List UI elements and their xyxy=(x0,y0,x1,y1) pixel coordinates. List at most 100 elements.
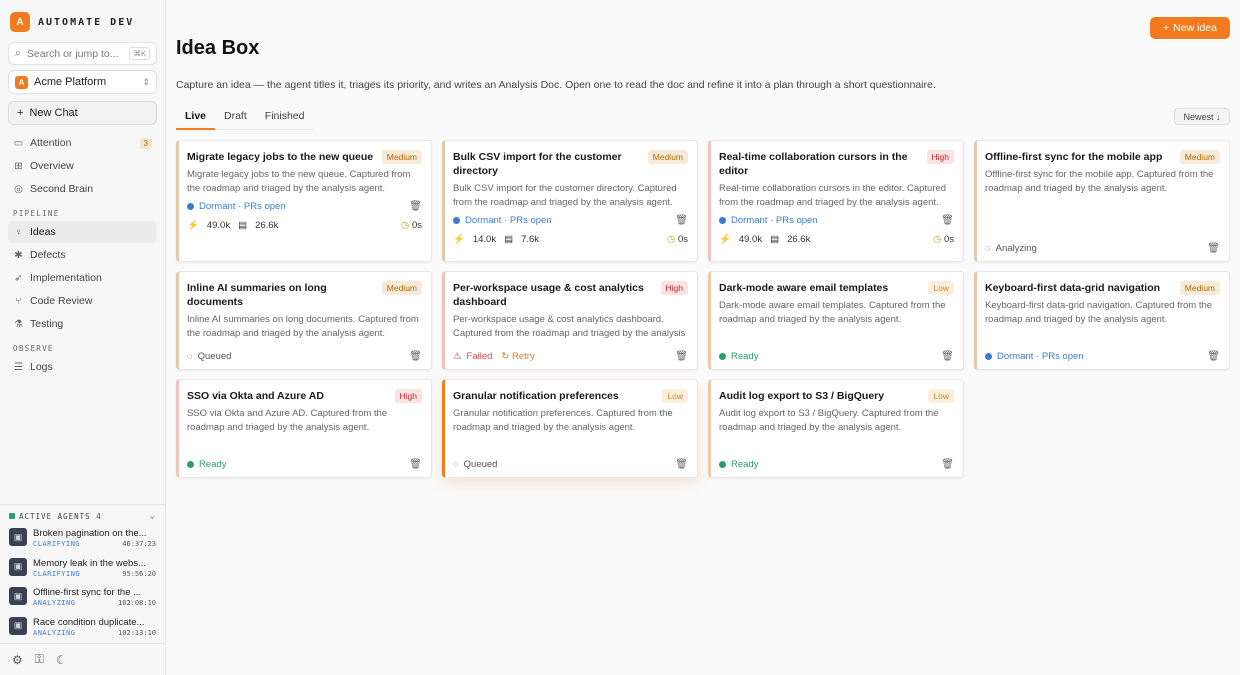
agent-avatar-icon: ▣ xyxy=(9,587,27,605)
idea-description: Audit log export to S3 / BigQuery. Captu… xyxy=(719,408,939,433)
retry-button[interactable]: ↻ Retry xyxy=(501,351,534,362)
new-chat-button[interactable]: + New Chat xyxy=(8,101,157,125)
active-agents-title: ACTIVE AGENTS xyxy=(19,511,91,521)
agent-item[interactable]: ▣ Race condition duplicate... ANALYZING 1… xyxy=(0,613,165,642)
sidebar-item-code-review[interactable]: ⑂ Code Review xyxy=(8,290,157,312)
trash-icon[interactable]: 🗑 xyxy=(409,459,422,470)
bolt-icon: ⚡ xyxy=(719,234,731,245)
workspace-logo: A xyxy=(15,75,28,89)
search-shortcut: ⌘K xyxy=(129,47,150,60)
key-icon[interactable]: ⚿ xyxy=(35,652,44,667)
idea-card[interactable]: SSO via Okta and Azure AD High SSO via O… xyxy=(176,379,432,478)
sidebar-item-implementation[interactable]: ➶ Implementation xyxy=(8,267,157,289)
idea-card[interactable]: Granular notification preferences Low Gr… xyxy=(442,379,698,478)
token-count: 49.0k xyxy=(206,220,231,231)
idea-status: Analyzing xyxy=(995,243,1037,254)
tab-draft[interactable]: Draft xyxy=(215,105,256,129)
search-input[interactable]: ⌕ Search or jump to... ⌘K xyxy=(8,42,157,65)
trash-icon[interactable]: 🗑 xyxy=(409,201,422,212)
idea-card[interactable]: Dark-mode aware email templates Low Dark… xyxy=(708,271,964,370)
agent-avatar-icon: ▣ xyxy=(9,616,27,635)
idea-status: Ready xyxy=(199,459,227,470)
brand[interactable]: A AUTOMATE DEV xyxy=(0,0,165,33)
plus-icon: + xyxy=(17,107,24,119)
sidebar-item-second-brain[interactable]: ◎ Second Brain xyxy=(8,178,157,200)
sidebar-item-overview[interactable]: ⊞ Overview xyxy=(8,155,157,177)
nav-pipeline: ♀ Ideas ✱ Defects ➶ Implementation ⑂ Cod… xyxy=(0,221,165,335)
agent-status: ANALYZING xyxy=(33,628,76,637)
trash-icon[interactable]: 🗑 xyxy=(675,459,688,470)
agent-avatar-icon: ▣ xyxy=(9,557,27,576)
brand-logo: A xyxy=(10,12,30,32)
priority-badge: Medium xyxy=(1179,281,1220,295)
agent-item[interactable]: ▣ Memory leak in the webs... CLARIFYING 9… xyxy=(0,554,165,583)
idea-title: Audit log export to S3 / BigQuery xyxy=(719,390,885,402)
idea-description: Keyboard-first data-grid navigation. Cap… xyxy=(985,300,1213,325)
trash-icon[interactable]: 🗑 xyxy=(409,351,422,362)
agent-avatar-icon: ▣ xyxy=(9,528,27,546)
trash-icon[interactable]: 🗑 xyxy=(941,459,954,470)
idea-card[interactable]: Offline-first sync for the mobile app Me… xyxy=(974,140,1230,262)
sidebar-item-label: Second Brain xyxy=(30,183,94,195)
sidebar-item-logs[interactable]: ☰ Logs xyxy=(8,356,157,378)
idea-card[interactable]: Bulk CSV import for the customer directo… xyxy=(442,140,698,262)
idea-status: Dormant · PRs open xyxy=(997,351,1084,362)
tab-live[interactable]: Live xyxy=(176,105,216,130)
sidebar-item-testing[interactable]: ⚗ Testing xyxy=(8,313,157,335)
idea-description: Offline-first sync for the mobile app. C… xyxy=(985,169,1214,194)
page-title: Idea Box xyxy=(176,37,260,59)
sidebar-item-ideas[interactable]: ♀ Ideas xyxy=(8,221,157,243)
sidebar-item-label: Attention xyxy=(30,137,72,149)
trash-icon[interactable]: 🗑 xyxy=(675,215,688,226)
sort-dropdown[interactable]: Newest ↓ xyxy=(1174,108,1230,125)
agent-time: 102:13:10 xyxy=(118,628,156,637)
flask-icon: ⚗ xyxy=(14,318,23,330)
nav-top: ▭ Attention 3 ⊞ Overview ◎ Second Brain xyxy=(0,132,165,200)
idea-status: Dormant · PRs open xyxy=(465,215,552,226)
trash-icon[interactable]: 🗑 xyxy=(941,351,954,362)
idea-description: Inline AI summaries on long documents. C… xyxy=(187,314,419,339)
clock-icon: ◷ xyxy=(667,234,676,245)
lightbulb-icon: ♀ xyxy=(14,226,23,238)
gear-icon[interactable]: ⚙ xyxy=(12,653,23,667)
idea-card[interactable]: Per-workspace usage & cost analytics das… xyxy=(442,271,698,370)
trash-icon[interactable]: 🗑 xyxy=(1207,243,1220,254)
agent-time: 95:56:20 xyxy=(122,569,156,578)
sidebar-item-label: Ideas xyxy=(30,226,56,238)
idea-card[interactable]: Inline AI summaries on long documents Me… xyxy=(176,271,432,370)
sidebar-item-attention[interactable]: ▭ Attention 3 xyxy=(8,132,157,154)
idea-title: Inline AI summaries on long documents xyxy=(187,282,327,308)
idea-card[interactable]: Migrate legacy jobs to the new queue Med… xyxy=(176,140,432,262)
trash-icon[interactable]: 🗑 xyxy=(1207,351,1220,362)
trash-icon[interactable]: 🗑 xyxy=(675,351,688,362)
inbox-icon: ▭ xyxy=(13,137,24,149)
new-idea-label: New idea xyxy=(1173,22,1217,34)
idea-status: Ready xyxy=(731,459,759,470)
database-icon: ▤ xyxy=(770,234,780,245)
sidebar: A AUTOMATE DEV ⌕ Search or jump to... ⌘K… xyxy=(0,0,166,675)
spinner-icon: ◌ xyxy=(187,351,193,362)
trash-icon[interactable]: 🗑 xyxy=(941,215,954,226)
clock-icon: ◷ xyxy=(401,220,410,231)
idea-card[interactable]: Real-time collaboration cursors in the e… xyxy=(708,140,964,262)
agent-item[interactable]: ▣ Broken pagination on the... CLARIFYING… xyxy=(0,524,165,553)
bolt-icon: ⚡ xyxy=(187,220,199,231)
sidebar-item-defects[interactable]: ✱ Defects xyxy=(8,244,157,266)
idea-card[interactable]: Keyboard-first data-grid navigation Medi… xyxy=(974,271,1230,370)
new-idea-button[interactable]: + New idea xyxy=(1150,17,1230,39)
active-agents-panel: ACTIVE AGENTS 4 ⌄ ▣ Broken pagination on… xyxy=(0,504,165,641)
elapsed-time: 0s xyxy=(943,234,954,245)
sidebar-item-label: Testing xyxy=(30,318,64,330)
priority-badge: Low xyxy=(662,389,688,403)
new-chat-label: New Chat xyxy=(29,107,78,119)
idea-status: Ready xyxy=(731,351,759,362)
tab-finished[interactable]: Finished xyxy=(256,105,314,129)
moon-icon[interactable]: ☾ xyxy=(56,653,67,667)
active-agents-header[interactable]: ACTIVE AGENTS 4 ⌄ xyxy=(0,509,165,523)
workspace-switcher[interactable]: A Acme Platform ⇕ xyxy=(8,70,157,94)
idea-card[interactable]: Audit log export to S3 / BigQuery Low Au… xyxy=(708,379,964,478)
database-icon: ▤ xyxy=(504,234,514,245)
agent-item[interactable]: ▣ Offline-first sync for the ... ANALYZI… xyxy=(0,583,165,612)
retry-label: Retry xyxy=(512,351,535,362)
idea-description: SSO via Okta and Azure AD. Captured from… xyxy=(187,408,388,433)
